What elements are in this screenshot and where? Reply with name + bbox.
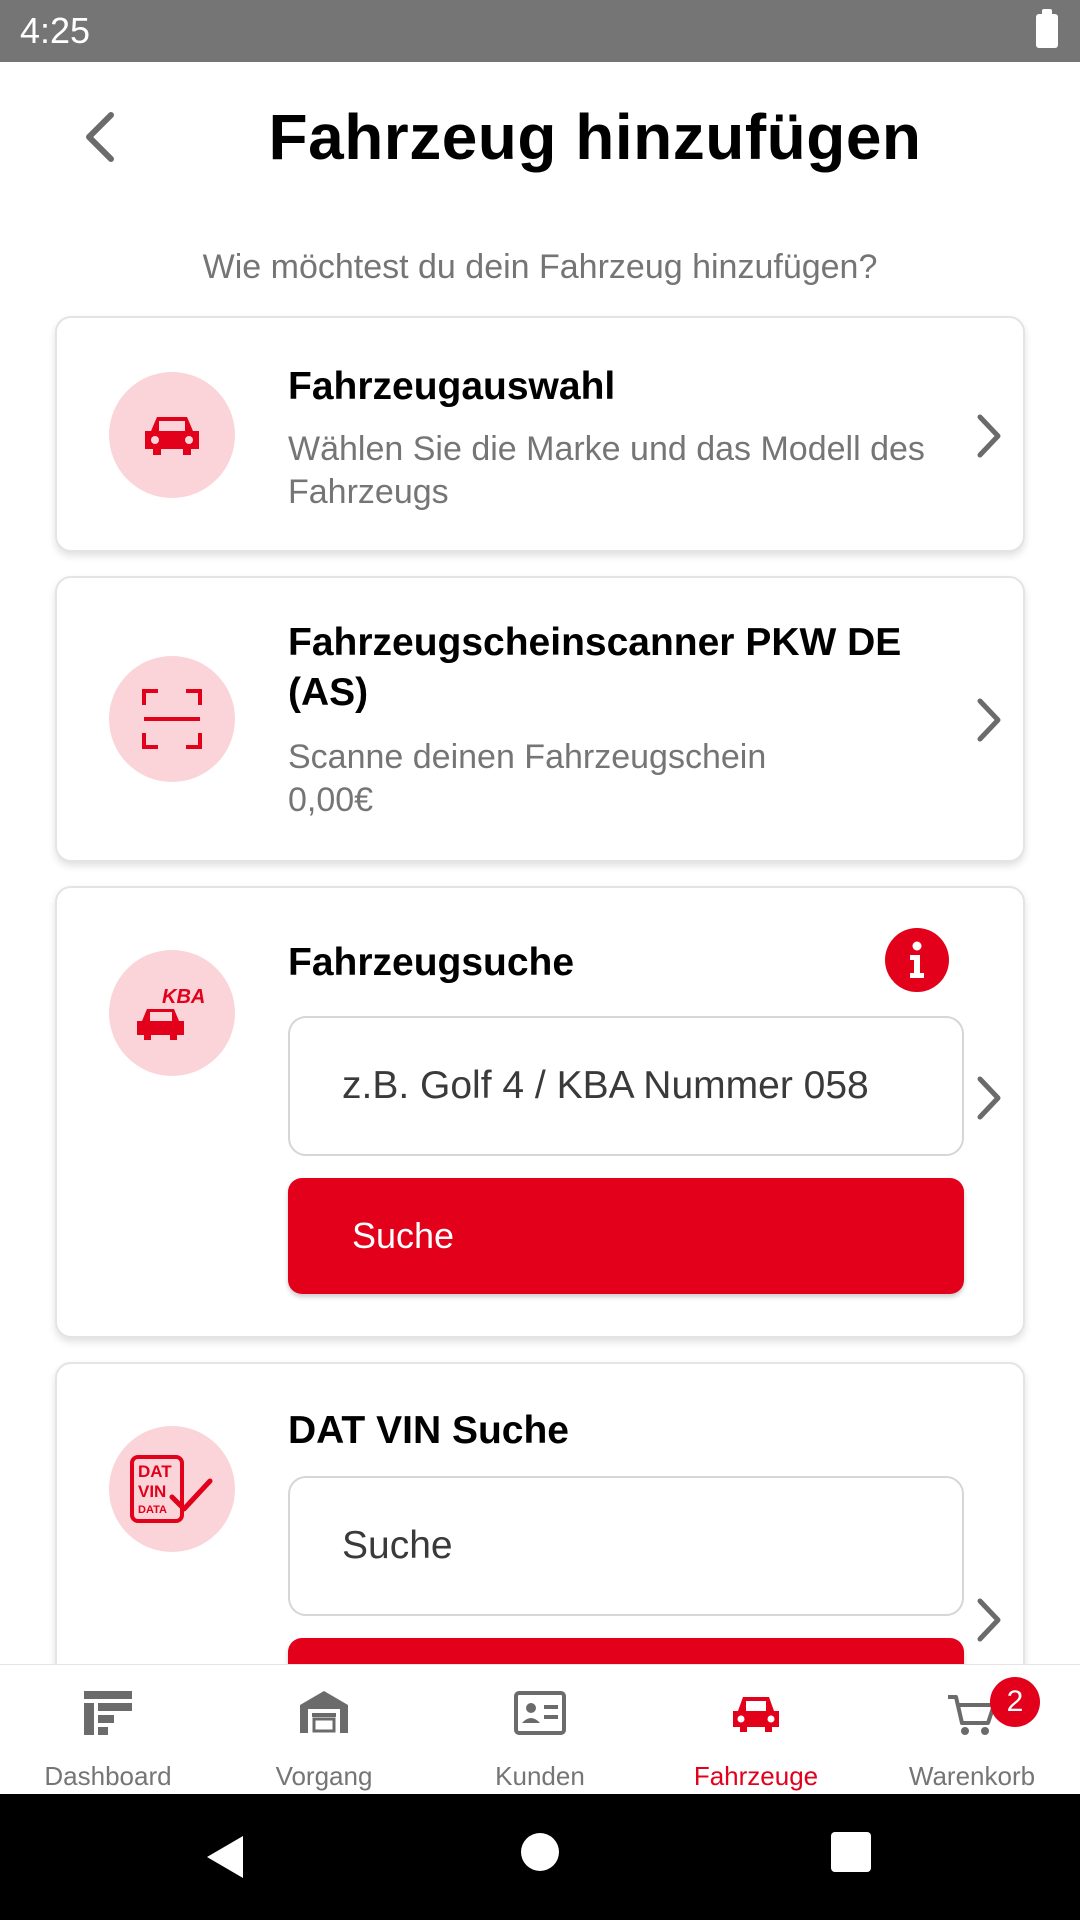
system-recents-icon[interactable] — [831, 1832, 871, 1872]
scan-icon — [109, 656, 235, 782]
nav-label: Vorgang — [275, 1761, 373, 1791]
svg-text:DATA: DATA — [138, 1504, 167, 1516]
chevron-right-icon — [969, 690, 1009, 750]
card-dat-vin-suche: DAT VIN DATA DAT VIN Suche — [55, 1362, 1025, 1664]
chevron-right-icon[interactable] — [969, 1590, 1009, 1650]
customer-card-icon — [514, 1691, 566, 1735]
subtitle: Wie möchtest du dein Fahrzeug hinzufügen… — [202, 248, 878, 286]
battery-icon — [1036, 9, 1058, 48]
header: Fahrzeug hinzufügen — [0, 62, 1080, 222]
kba-car-icon: KBA — [109, 950, 235, 1076]
status-time: 4:25 — [20, 10, 91, 51]
card-title: Fahrzeugscheinscanner PKW DE (AS) — [288, 621, 902, 714]
card-fahrzeugsuche: KBA Fahrzeugsuche Suche — [55, 886, 1025, 1338]
system-home-icon[interactable] — [521, 1833, 559, 1871]
nav-item-warenkorb[interactable]: 2 Warenkorb — [864, 1665, 1080, 1795]
card-title: Fahrzeugauswahl — [288, 365, 616, 408]
nav-item-fahrzeuge[interactable]: Fahrzeuge — [648, 1665, 864, 1795]
card-description: Wählen Sie die Marke und das Modell des … — [288, 430, 925, 511]
nav-item-vorgang[interactable]: Vorgang — [216, 1665, 432, 1795]
vehicle-search-input[interactable] — [288, 1016, 964, 1156]
svg-text:KBA: KBA — [162, 986, 205, 1008]
car-icon — [733, 1697, 779, 1732]
bottom-nav: Dashboard Vorgang Kunden Fahrzeuge 2 War… — [0, 1664, 1080, 1794]
card-price: 0,00€ — [288, 781, 374, 819]
nav-label: Dashboard — [44, 1761, 172, 1791]
nav-label: Fahrzeuge — [693, 1761, 819, 1791]
card-fahrzeugscheinscanner[interactable]: Fahrzeugscheinscanner PKW DE (AS) Scanne… — [55, 576, 1025, 862]
nav-label: Warenkorb — [908, 1761, 1036, 1791]
card-description: Scanne deinen Fahrzeugschein — [288, 738, 767, 776]
card-title: Fahrzeugsuche — [288, 941, 575, 984]
card-title: DAT VIN Suche — [288, 1409, 569, 1452]
content-list[interactable]: Fahrzeugauswahl Wählen Sie die Marke und… — [0, 312, 1080, 1664]
car-icon — [109, 372, 235, 498]
nav-item-kunden[interactable]: Kunden — [432, 1665, 648, 1795]
nav-item-dashboard[interactable]: Dashboard — [0, 1665, 216, 1795]
nav-label: Kunden — [495, 1761, 585, 1791]
cart-count-badge: 2 — [990, 1677, 1040, 1727]
chevron-right-icon — [969, 406, 1009, 466]
card-fahrzeugauswahl[interactable]: Fahrzeugauswahl Wählen Sie die Marke und… — [55, 316, 1025, 552]
system-back-icon[interactable] — [205, 1834, 245, 1880]
dat-vin-icon: DAT VIN DATA — [109, 1426, 235, 1552]
garage-icon — [300, 1691, 348, 1733]
svg-text:DAT: DAT — [138, 1462, 172, 1481]
status-bar: 4:25 — [0, 0, 1080, 62]
vin-search-button[interactable] — [288, 1638, 964, 1664]
chevron-right-icon[interactable] — [969, 1068, 1009, 1128]
info-icon[interactable] — [885, 928, 949, 992]
system-navigation-bar — [0, 1794, 1080, 1920]
page-title: Fahrzeug hinzufügen — [268, 101, 922, 173]
svg-text:VIN: VIN — [138, 1482, 166, 1501]
dashboard-icon — [84, 1691, 132, 1735]
vin-search-input[interactable] — [288, 1476, 964, 1616]
search-button[interactable]: Suche — [288, 1178, 964, 1294]
